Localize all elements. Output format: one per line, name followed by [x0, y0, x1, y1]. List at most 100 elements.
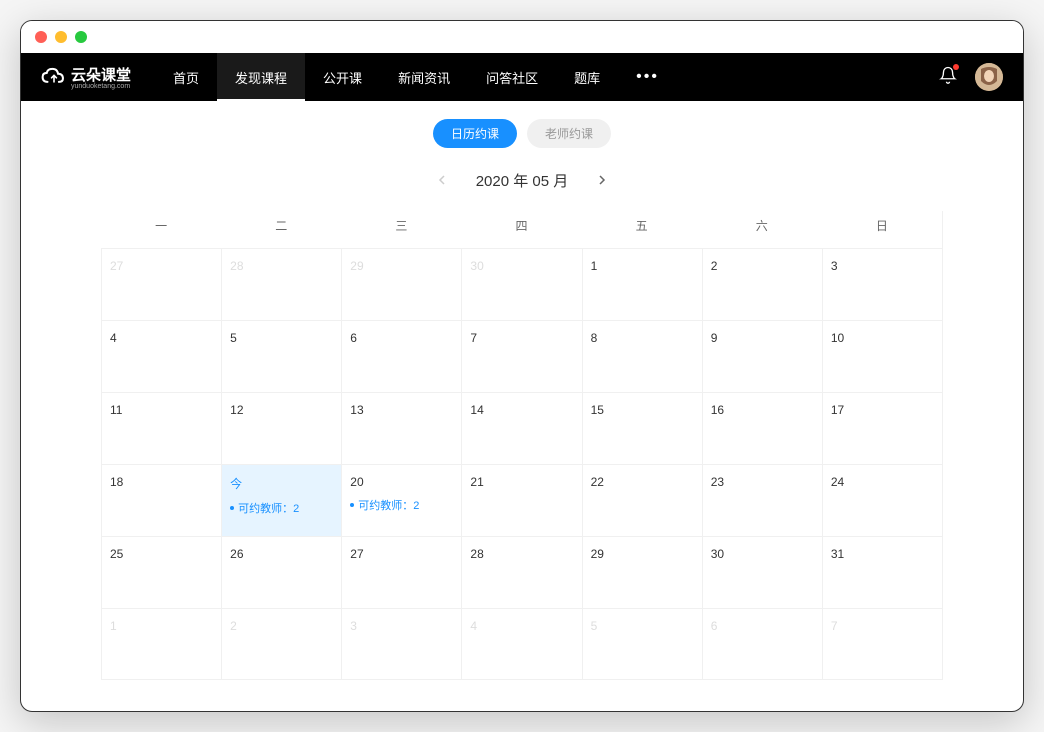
weekday-1: 二: [221, 211, 341, 240]
day-cell[interactable]: 17: [822, 392, 942, 464]
month-nav: 2020 年 05 月: [101, 170, 943, 191]
nav-item-5[interactable]: 题库: [556, 53, 618, 101]
day-number: 1: [591, 259, 694, 273]
day-number: 16: [711, 403, 814, 417]
day-cell[interactable]: 13: [341, 392, 461, 464]
day-cell[interactable]: 6: [341, 320, 461, 392]
day-number: 3: [831, 259, 934, 273]
day-number: 15: [591, 403, 694, 417]
day-number: 13: [350, 403, 453, 417]
day-number: 17: [831, 403, 934, 417]
weekday-6: 日: [822, 211, 942, 240]
day-cell[interactable]: 3: [341, 608, 461, 680]
logo-text: 云朵课堂: [71, 67, 131, 84]
user-avatar[interactable]: [975, 63, 1003, 91]
day-cell[interactable]: 30: [461, 248, 581, 320]
day-event[interactable]: 可约教师：2: [230, 500, 333, 516]
day-number: 14: [470, 403, 573, 417]
weekday-5: 六: [702, 211, 822, 240]
nav-item-4[interactable]: 问答社区: [468, 53, 556, 101]
day-cell[interactable]: 9: [702, 320, 822, 392]
day-cell[interactable]: 15: [582, 392, 702, 464]
day-cell[interactable]: 25: [101, 536, 221, 608]
logo[interactable]: 云朵课堂 yunduoketang.com: [41, 64, 131, 90]
day-cell[interactable]: 29: [341, 248, 461, 320]
day-cell[interactable]: 31: [822, 536, 942, 608]
maximize-window-icon[interactable]: [75, 31, 87, 43]
nav-more-icon[interactable]: •••: [618, 68, 677, 86]
nav-item-2[interactable]: 公开课: [305, 53, 380, 101]
day-number: 26: [230, 547, 333, 561]
next-month-icon[interactable]: [596, 173, 606, 188]
day-cell[interactable]: 14: [461, 392, 581, 464]
day-cell[interactable]: 16: [702, 392, 822, 464]
day-number: 5: [591, 619, 694, 633]
day-cell[interactable]: 11: [101, 392, 221, 464]
day-cell[interactable]: 18: [101, 464, 221, 536]
day-cell[interactable]: 22: [582, 464, 702, 536]
day-cell[interactable]: 27: [341, 536, 461, 608]
day-cell[interactable]: 1: [582, 248, 702, 320]
day-number: 4: [110, 331, 213, 345]
day-cell[interactable]: 4: [101, 320, 221, 392]
day-number: 2: [230, 619, 333, 633]
day-cell[interactable]: 12: [221, 392, 341, 464]
day-cell[interactable]: 3: [822, 248, 942, 320]
day-number: 7: [470, 331, 573, 345]
day-cell[interactable]: 2: [702, 248, 822, 320]
day-cell[interactable]: 30: [702, 536, 822, 608]
day-cell[interactable]: 23: [702, 464, 822, 536]
notification-bell-icon[interactable]: [939, 66, 957, 89]
day-cell[interactable]: 4: [461, 608, 581, 680]
titlebar: [21, 21, 1023, 53]
weekday-3: 四: [461, 211, 581, 240]
day-number: 6: [350, 331, 453, 345]
day-number: 4: [470, 619, 573, 633]
day-number: 29: [591, 547, 694, 561]
day-cell[interactable]: 27: [101, 248, 221, 320]
day-cell[interactable]: 5: [582, 608, 702, 680]
day-cell[interactable]: 20 可约教师：2: [341, 464, 461, 536]
prev-month-icon[interactable]: [438, 173, 448, 188]
day-cell[interactable]: 今可约教师：2: [221, 464, 341, 536]
day-number: 8: [591, 331, 694, 345]
day-number: 11: [110, 403, 213, 417]
day-cell[interactable]: 28: [461, 536, 581, 608]
day-number: 31: [831, 547, 934, 561]
day-number: 12: [230, 403, 333, 417]
nav-item-0[interactable]: 首页: [155, 53, 217, 101]
day-number: 7: [831, 619, 934, 633]
day-number: 10: [831, 331, 934, 345]
app-window: 云朵课堂 yunduoketang.com 首页发现课程公开课新闻资讯问答社区题…: [20, 20, 1024, 712]
close-window-icon[interactable]: [35, 31, 47, 43]
day-cell[interactable]: 1: [101, 608, 221, 680]
day-cell[interactable]: 28: [221, 248, 341, 320]
day-number: 2: [711, 259, 814, 273]
day-cell[interactable]: 5: [221, 320, 341, 392]
day-cell[interactable]: 7: [822, 608, 942, 680]
nav-item-3[interactable]: 新闻资讯: [380, 53, 468, 101]
day-number: 20: [350, 475, 453, 489]
day-cell[interactable]: 24: [822, 464, 942, 536]
day-number: 27: [350, 547, 453, 561]
day-cell[interactable]: 6: [702, 608, 822, 680]
weekday-2: 三: [341, 211, 461, 240]
day-number: 24: [831, 475, 934, 489]
day-event[interactable]: 可约教师：2: [350, 497, 453, 513]
day-cell[interactable]: 26: [221, 536, 341, 608]
day-number: 28: [470, 547, 573, 561]
weekday-row: 一二三四五六日: [101, 211, 942, 240]
day-cell[interactable]: 8: [582, 320, 702, 392]
day-cell[interactable]: 7: [461, 320, 581, 392]
day-cell[interactable]: 21: [461, 464, 581, 536]
day-cell[interactable]: 10: [822, 320, 942, 392]
tab-calendar[interactable]: 日历约课: [433, 119, 517, 148]
minimize-window-icon[interactable]: [55, 31, 67, 43]
cloud-logo-icon: [41, 66, 67, 88]
day-number: 5: [230, 331, 333, 345]
nav-item-1[interactable]: 发现课程: [217, 53, 305, 101]
day-cell[interactable]: 2: [221, 608, 341, 680]
nav-right: [939, 63, 1003, 91]
tab-teacher[interactable]: 老师约课: [527, 119, 611, 148]
day-cell[interactable]: 29: [582, 536, 702, 608]
